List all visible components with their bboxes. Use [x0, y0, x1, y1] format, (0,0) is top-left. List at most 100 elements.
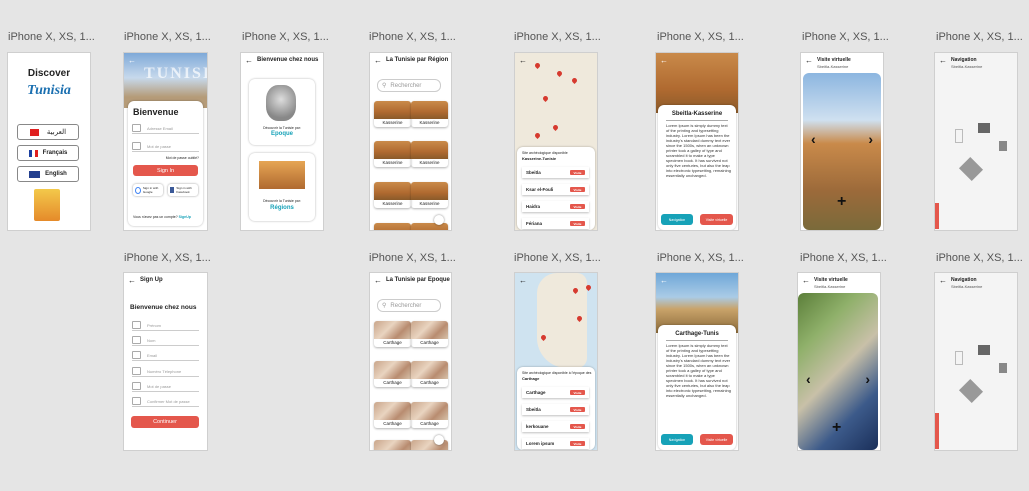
back-arrow-icon[interactable]: ←: [519, 276, 527, 285]
region-tile[interactable]: Kasserine: [374, 182, 411, 208]
sites-panel: Site archéologique disponible à l'époque…: [517, 367, 595, 450]
signup-heading: Bienvenue chez nous: [130, 304, 197, 311]
search-input[interactable]: ⚲ Rechercher: [377, 299, 441, 312]
site-row[interactable]: Fériana Visite: [522, 218, 589, 229]
back-arrow-icon[interactable]: ←: [128, 56, 136, 65]
lastname-field[interactable]: Nom: [132, 335, 199, 346]
visite-button[interactable]: Visite: [570, 187, 585, 192]
navigation-button[interactable]: Navigation: [661, 214, 693, 225]
region-tile[interactable]: Kasserine: [374, 141, 411, 167]
site-row[interactable]: Ksar el-Fouli Visite: [522, 184, 589, 195]
field-placeholder: Email: [147, 352, 158, 358]
virtual-visit-button[interactable]: Visite virtuelle: [700, 434, 733, 445]
lang-english-button[interactable]: English: [17, 166, 79, 182]
chevron-left-icon[interactable]: ‹: [806, 371, 811, 387]
lang-french-button[interactable]: Français: [17, 145, 79, 161]
epoch-tile[interactable]: [374, 440, 411, 450]
plus-icon[interactable]: +: [832, 419, 841, 437]
map-pin-icon[interactable]: [533, 61, 542, 70]
back-arrow-icon[interactable]: ←: [660, 56, 668, 65]
france-flag-icon: [28, 149, 38, 157]
chevron-right-icon[interactable]: ›: [865, 371, 870, 387]
frame-label: iPhone X, XS, 1...: [936, 31, 1023, 43]
site-row[interactable]: Haidra Visite: [522, 201, 589, 212]
region-card[interactable]: Découvrir la Tunisie par: Régions: [249, 153, 315, 221]
navigation-screen: ← Navigation Sbeitla-Kasserine: [934, 272, 1018, 451]
epoch-tile[interactable]: Carthage: [374, 402, 411, 428]
epoch-tile[interactable]: Carthage: [411, 361, 448, 387]
plus-icon[interactable]: +: [837, 193, 846, 211]
tile-label: Kasserine: [377, 200, 408, 207]
site-row[interactable]: Sbeitla Visite: [522, 167, 589, 178]
back-arrow-icon[interactable]: ←: [519, 56, 527, 65]
map-pin-icon[interactable]: [551, 123, 560, 132]
signin-button[interactable]: Sign In: [133, 165, 198, 176]
phone-field[interactable]: Numéro Télephone: [132, 366, 199, 377]
panorama-view[interactable]: ‹ › +: [803, 73, 881, 230]
region-tile[interactable]: Kasserine: [374, 101, 411, 127]
sites-header: Site archéologique disponible: [522, 151, 568, 155]
visite-button[interactable]: Visite: [570, 390, 585, 395]
google-signin-button[interactable]: Sign in with Google: [133, 184, 163, 196]
visite-button[interactable]: Visite: [570, 407, 585, 412]
site-row[interactable]: kerkouane Visite: [522, 421, 589, 432]
site-image: [656, 53, 738, 113]
site-name: Haidra: [526, 204, 541, 209]
region-tile[interactable]: Kasserine: [411, 141, 448, 167]
chevron-right-icon[interactable]: ›: [868, 131, 873, 147]
region-tile[interactable]: [411, 223, 448, 230]
visite-button[interactable]: Visite: [570, 204, 585, 209]
sites-region: Carthage: [522, 376, 540, 381]
confirm-password-field[interactable]: Confirmer Mot de passe: [132, 396, 199, 407]
panorama-view[interactable]: ‹ › +: [798, 293, 878, 450]
chevron-left-icon[interactable]: ‹: [811, 131, 816, 147]
site-row[interactable]: Carthage Visite: [522, 387, 589, 398]
firstname-field[interactable]: Prénom: [132, 320, 199, 331]
back-arrow-icon[interactable]: ←: [660, 276, 668, 285]
vr-subtitle: Sbeitla-Kasserine: [817, 64, 849, 69]
visite-button[interactable]: Visite: [570, 221, 585, 226]
map-pin-icon[interactable]: [570, 76, 579, 85]
location-target-icon[interactable]: [434, 435, 444, 445]
password-field[interactable]: Mot de passe: [132, 141, 199, 152]
virtual-visit-button[interactable]: Visite virtuelle: [700, 214, 733, 225]
visite-button[interactable]: Visite: [570, 441, 585, 446]
email-field[interactable]: Email: [132, 350, 199, 361]
site-row[interactable]: Sbeitla Visite: [522, 404, 589, 415]
navigation-button[interactable]: Navigation: [661, 434, 693, 445]
epoch-tile[interactable]: Carthage: [374, 321, 411, 347]
continue-button[interactable]: Continuer: [131, 416, 199, 428]
temple-icon: [978, 345, 990, 355]
epoch-tile[interactable]: Carthage: [411, 321, 448, 347]
virtual-visit-screen: ← Visite virtuelle Sbeitla-Kasserine ‹ › …: [797, 272, 881, 451]
region-tile[interactable]: [374, 223, 411, 230]
epoch-card[interactable]: Découvrir la Tunisie par: Epoque: [249, 79, 315, 145]
region-tile[interactable]: Kasserine: [411, 101, 448, 127]
region-tile[interactable]: Kasserine: [411, 182, 448, 208]
mail-icon: [132, 124, 141, 132]
visite-button[interactable]: Visite: [570, 170, 585, 175]
map-pin-icon[interactable]: [555, 69, 564, 78]
epoch-tile[interactable]: Carthage: [411, 402, 448, 428]
password-field[interactable]: Mot de passe: [132, 381, 199, 392]
signup-link[interactable]: SignUp: [179, 215, 191, 219]
signup-screen: ← Sign Up Bienvenue chez nous Prénom Nom…: [123, 272, 208, 451]
site-name: Sbeitla: [526, 407, 541, 412]
search-input[interactable]: ⚲ Rechercher: [377, 79, 441, 92]
map-pin-icon[interactable]: [533, 131, 542, 140]
tunisia-flag-icon: [29, 128, 39, 136]
epoch-map-screen: ← Site archéologique disponible à l'époq…: [514, 272, 598, 451]
map-pin-icon[interactable]: [541, 94, 550, 103]
field-placeholder: Nom: [147, 337, 156, 343]
site-row[interactable]: Lorem ipsum Visite: [522, 438, 589, 449]
frame-label: iPhone X, XS, 1...: [242, 31, 329, 43]
location-target-icon[interactable]: [434, 215, 444, 225]
facebook-signin-button[interactable]: Sign in with Facebook: [168, 184, 198, 196]
lang-label: العربية: [46, 129, 67, 136]
email-field[interactable]: Adresse Email: [132, 123, 199, 134]
site-detail-screen: ← Carthage-Tunis Lorem Ipsum is simply d…: [655, 272, 739, 451]
lang-arabic-button[interactable]: العربية: [17, 124, 79, 140]
epoch-tile[interactable]: Carthage: [374, 361, 411, 387]
visite-button[interactable]: Visite: [570, 424, 585, 429]
forgot-password-link[interactable]: Mot de passe oublié?: [166, 156, 199, 160]
